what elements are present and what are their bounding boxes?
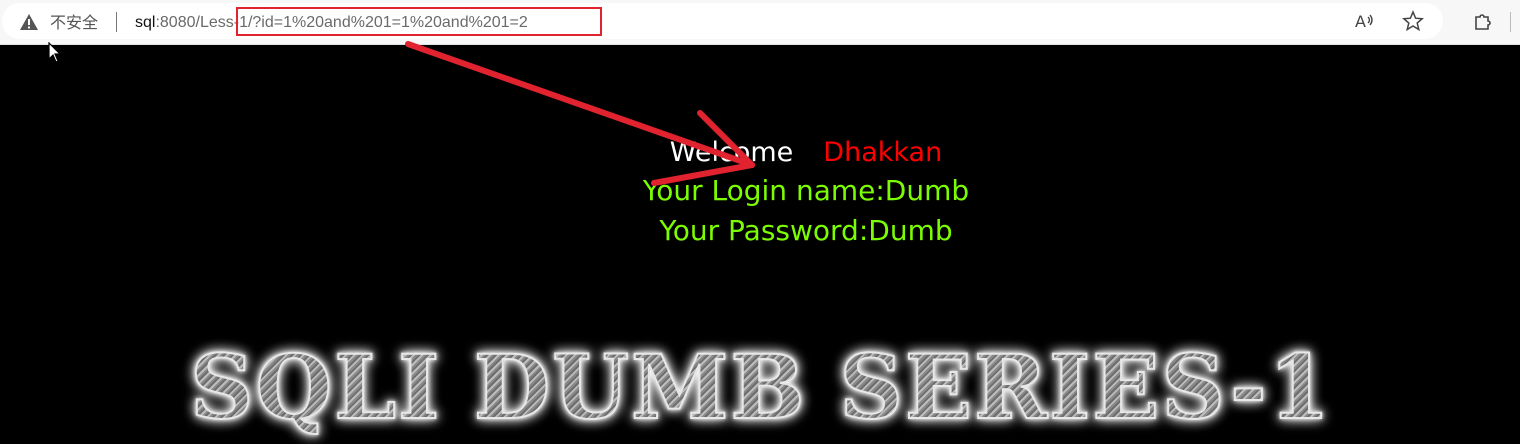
toolbar-separator [1510, 12, 1511, 32]
favorite-star-icon[interactable] [1401, 10, 1425, 32]
sqli-banner-title: SQLI DUMB SERIES-1 [189, 336, 1430, 438]
login-name-text: Your Login name:Dumb [642, 174, 970, 207]
warning-icon[interactable] [20, 14, 38, 30]
url-host: sql [135, 14, 156, 31]
url-highlight-box [236, 7, 602, 36]
browser-toolbar: 不安全 sql:8080/Less-1/?id=1%20and%201=1%20… [0, 0, 1520, 45]
security-status-label[interactable]: 不安全 [50, 14, 98, 32]
read-aloud-icon[interactable]: A [1354, 10, 1376, 32]
address-bar[interactable]: 不安全 sql:8080/Less-1/?id=1%20and%201=1%20… [2, 3, 1443, 39]
password-text: Your Password:Dumb [659, 214, 953, 247]
welcome-line: Welcome Dhakkan [0, 135, 1520, 171]
user-name-text: Dhakkan [823, 137, 943, 168]
welcome-text: Welcome [669, 137, 794, 168]
page-content: Welcome Dhakkan Your Login name:Dumb Your… [0, 45, 1520, 444]
svg-text:A: A [1355, 12, 1366, 31]
extensions-icon[interactable] [1471, 10, 1493, 32]
address-separator [116, 12, 117, 32]
